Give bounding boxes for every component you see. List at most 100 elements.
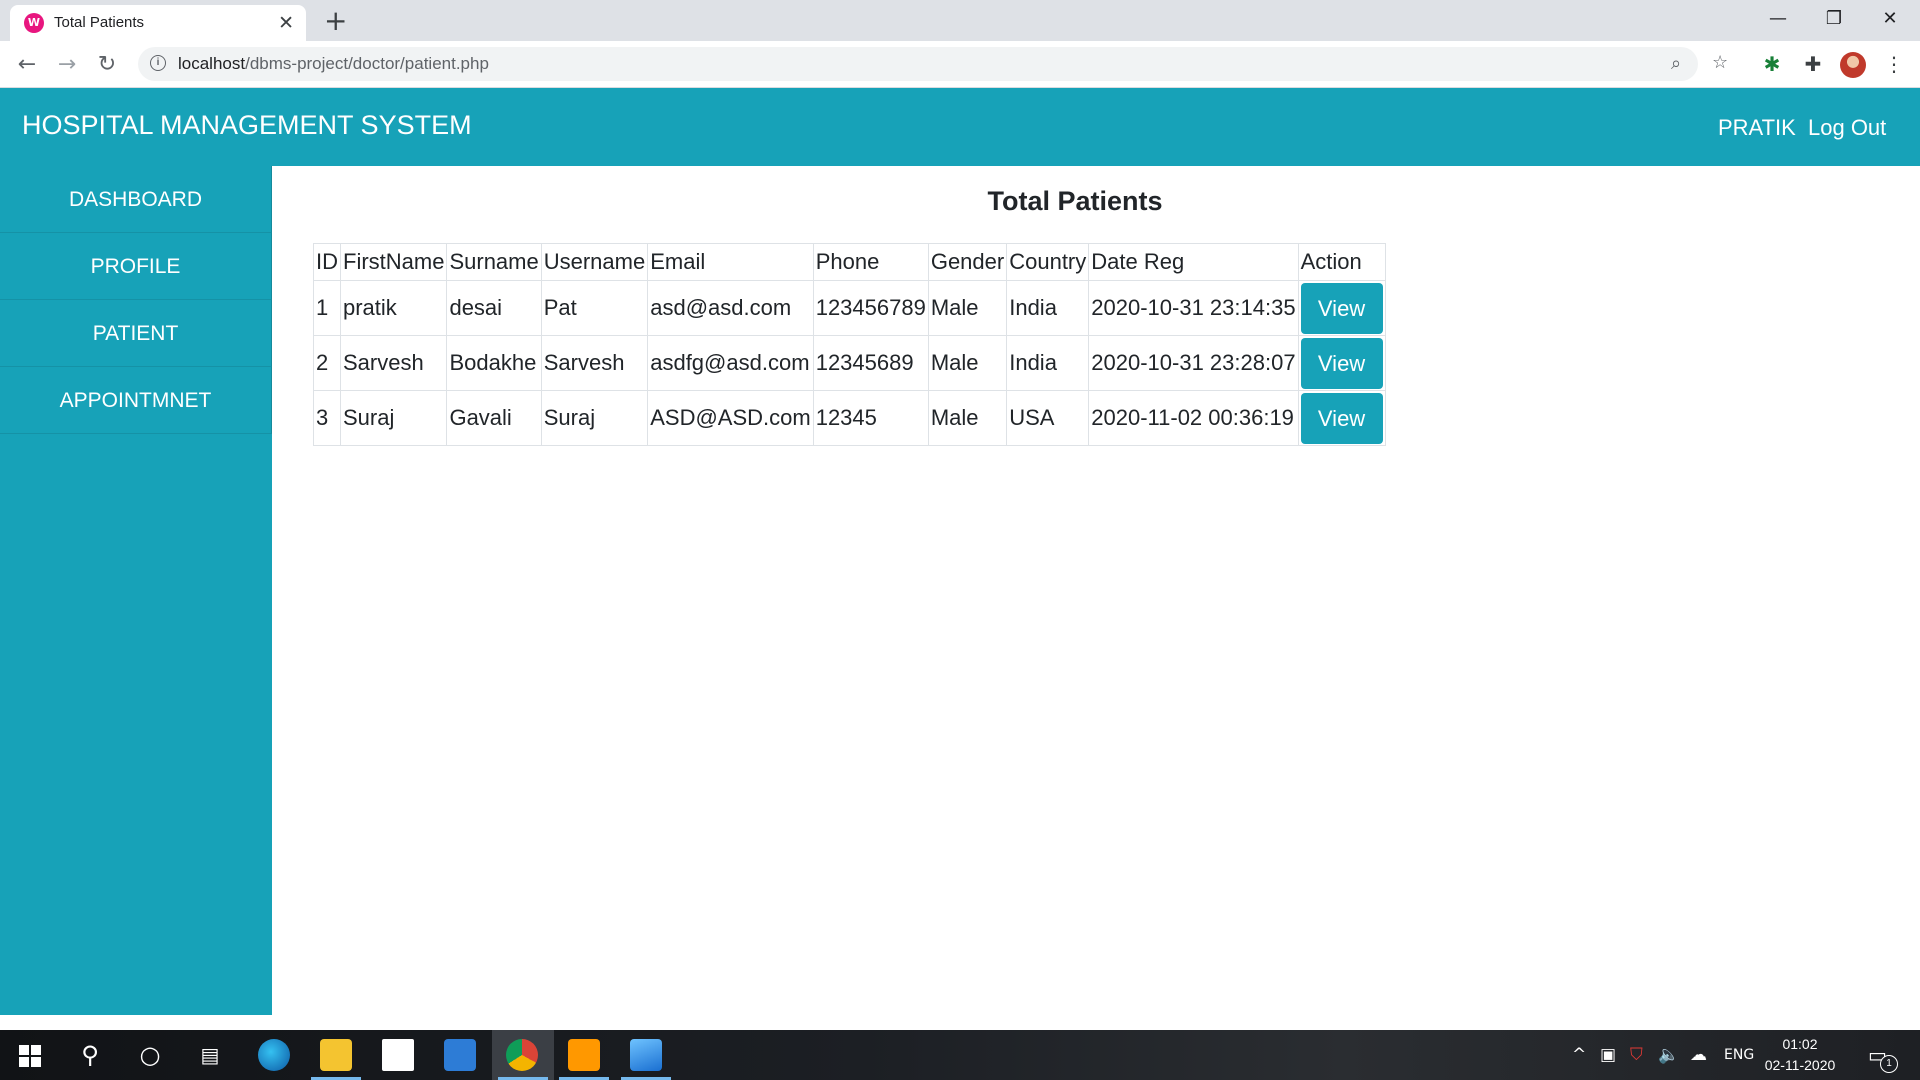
tray-date: 02-11-2020 — [1764, 1057, 1836, 1073]
browser-tab[interactable]: W Total Patients ✕ — [10, 5, 306, 41]
column-header-username: Username — [540, 243, 649, 281]
table-row: 1 pratik desai Pat asd@asd.com 123456789… — [313, 280, 1386, 336]
tray-chevron-up-icon[interactable]: ^ — [1572, 1030, 1586, 1080]
cell-country: India — [1006, 335, 1090, 391]
cell-gender: Male — [927, 390, 1008, 446]
cell-username: Pat — [540, 280, 649, 336]
cell-gender: Male — [927, 280, 1008, 336]
task-view-icon[interactable]: ▤ — [182, 1030, 238, 1080]
sidebar-item-patient[interactable]: PATIENT — [0, 300, 272, 367]
cell-date-reg: 2020-11-02 00:36:19 — [1088, 390, 1299, 446]
back-arrow-icon[interactable]: ← — [9, 41, 45, 88]
cell-surname: desai — [446, 280, 542, 336]
logout-link[interactable]: Log Out — [1808, 88, 1886, 168]
cell-username: Suraj — [540, 390, 649, 446]
chrome-icon[interactable] — [506, 1039, 538, 1071]
zoom-icon[interactable]: ⌕ — [1671, 47, 1681, 81]
windows-taskbar: ⚲ ○ ▤ ^ ▣ ⛉ 🔈 ☁ ENG 01:02 02-11-2020 ▭ 1 — [0, 1030, 1920, 1080]
cell-id: 2 — [313, 335, 341, 391]
view-patient-button[interactable]: View — [1300, 282, 1383, 334]
page-title: Total Patients — [987, 186, 1163, 216]
table-row: 3 Suraj Gavali Suraj ASD@ASD.com 12345 M… — [313, 390, 1386, 446]
sidebar-item-appointment[interactable]: APPOINTMNET — [0, 367, 272, 434]
extensions-puzzle-icon[interactable]: ✚ — [1797, 41, 1829, 88]
cell-email: asd@asd.com — [647, 280, 814, 336]
column-header-action: Action — [1297, 243, 1386, 281]
cell-phone: 123456789 — [812, 280, 929, 336]
cell-firstname: Sarvesh — [339, 335, 448, 391]
browser-tab-strip: W Total Patients ✕ + — ❐ ✕ — [0, 0, 1920, 41]
site-info-icon[interactable]: i — [150, 55, 166, 71]
profile-avatar-icon[interactable] — [1840, 52, 1866, 78]
cell-email: asdfg@asd.com — [647, 335, 814, 391]
column-header-country: Country — [1006, 243, 1090, 281]
forward-arrow-icon[interactable]: → — [49, 41, 85, 88]
cell-firstname: pratik — [339, 280, 448, 336]
column-header-id: ID — [313, 243, 341, 281]
column-header-date-reg: Date Reg — [1088, 243, 1299, 281]
cell-action: View — [1297, 280, 1386, 336]
column-header-firstname: FirstName — [339, 243, 448, 281]
file-explorer-icon[interactable] — [320, 1039, 352, 1071]
tab-title: Total Patients — [54, 14, 145, 31]
cell-phone: 12345689 — [812, 335, 929, 391]
cell-country: USA — [1006, 390, 1090, 446]
tray-time: 01:02 — [1782, 1036, 1818, 1052]
cell-action: View — [1297, 390, 1386, 446]
microsoft-store-icon[interactable] — [382, 1039, 414, 1071]
bookmark-star-icon[interactable]: ☆ — [1712, 46, 1728, 80]
tray-onedrive-cloud-icon[interactable]: ☁ — [1690, 1030, 1707, 1080]
cell-firstname: Suraj — [339, 390, 448, 446]
cell-action: View — [1297, 335, 1386, 391]
view-patient-button[interactable]: View — [1300, 392, 1383, 444]
view-patient-button[interactable]: View — [1300, 337, 1383, 389]
cortana-circle-icon[interactable]: ○ — [122, 1030, 178, 1080]
app-header: HOSPITAL MANAGEMENT SYSTEM PRATIK Log Ou… — [0, 88, 1920, 166]
patients-table: ID FirstName Surname Username Email Phon… — [313, 243, 1386, 446]
windows-start-icon[interactable] — [2, 1030, 58, 1080]
header-username-link[interactable]: PRATIK — [1718, 88, 1796, 168]
cell-email: ASD@ASD.com — [647, 390, 814, 446]
cell-date-reg: 2020-10-31 23:14:35 — [1088, 280, 1299, 336]
reload-icon[interactable]: ↻ — [89, 41, 125, 88]
tray-volume-icon[interactable]: 🔈 — [1658, 1030, 1679, 1080]
new-tab-plus-icon[interactable]: + — [324, 4, 347, 38]
sublime-text-icon[interactable] — [568, 1039, 600, 1071]
windows-logo-svg — [19, 1045, 41, 1067]
sidebar-item-profile[interactable]: PROFILE — [0, 233, 272, 300]
sidebar-item-dashboard[interactable]: DASHBOARD — [0, 166, 272, 233]
photos-icon[interactable] — [630, 1039, 662, 1071]
cell-surname: Gavali — [446, 390, 542, 446]
tray-clock[interactable]: 01:02 02-11-2020 — [1762, 1034, 1838, 1076]
column-header-surname: Surname — [446, 243, 542, 281]
search-icon[interactable]: ⚲ — [62, 1030, 118, 1080]
minimize-window-icon[interactable]: — — [1750, 0, 1806, 41]
table-row: 2 Sarvesh Bodakhe Sarvesh asdfg@asd.com … — [313, 335, 1386, 391]
restore-window-icon[interactable]: ❐ — [1806, 0, 1862, 41]
column-header-email: Email — [647, 243, 814, 281]
column-header-phone: Phone — [812, 243, 929, 281]
cell-country: India — [1006, 280, 1090, 336]
browser-toolbar: ← → ↻ i localhost/dbms-project/doctor/pa… — [0, 41, 1920, 88]
cell-surname: Bodakhe — [446, 335, 542, 391]
tray-language[interactable]: ENG — [1724, 1030, 1754, 1080]
tray-mcafee-shield-icon[interactable]: ⛉ — [1630, 1030, 1643, 1080]
brand-title: HOSPITAL MANAGEMENT SYSTEM — [22, 110, 472, 140]
table-header-row: ID FirstName Surname Username Email Phon… — [313, 243, 1386, 281]
edge-browser-icon[interactable] — [258, 1039, 290, 1071]
url-path: /dbms-project/doctor/patient.php — [245, 54, 489, 73]
tab-close-icon[interactable]: ✕ — [278, 5, 294, 41]
cell-phone: 12345 — [812, 390, 929, 446]
cell-username: Sarvesh — [540, 335, 649, 391]
close-window-icon[interactable]: ✕ — [1862, 0, 1918, 41]
tray-network-icon[interactable]: ▣ — [1600, 1030, 1616, 1080]
tab-favicon-icon: W — [24, 13, 44, 33]
cell-id: 3 — [313, 390, 341, 446]
mail-icon[interactable] — [444, 1039, 476, 1071]
cell-gender: Male — [927, 335, 1008, 391]
notification-count-badge: 1 — [1880, 1055, 1898, 1073]
address-bar[interactable]: i localhost/dbms-project/doctor/patient.… — [138, 47, 1728, 81]
column-header-gender: Gender — [927, 243, 1008, 281]
android-extension-icon[interactable]: ✱ — [1756, 41, 1788, 88]
browser-menu-icon[interactable]: ⋮ — [1878, 41, 1910, 88]
